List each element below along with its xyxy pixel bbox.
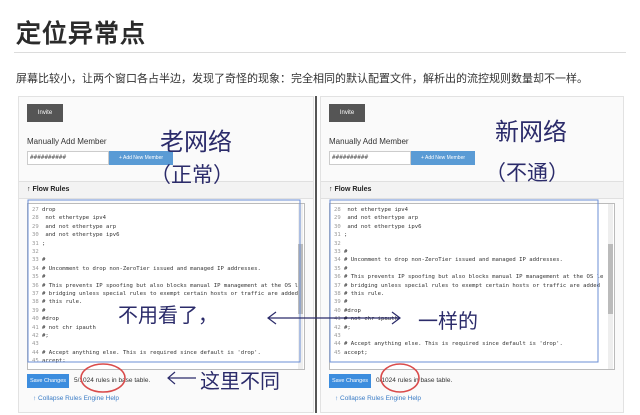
- right-code-highlight-box: [329, 199, 599, 363]
- note-identical: 一样的: [418, 309, 478, 333]
- note-new-network: 新网络: [495, 118, 567, 146]
- note-unreachable: （不通）: [485, 161, 569, 185]
- left-count-circle: [80, 363, 126, 393]
- note-old-network: 老网络: [160, 128, 232, 156]
- note-normal: （正常）: [150, 163, 234, 187]
- note-here-differs: 这里不同: [200, 369, 280, 393]
- note-dont-bother: 不用看了，: [118, 303, 218, 327]
- left-code-highlight-box: [27, 199, 301, 363]
- right-count-circle: [380, 363, 420, 393]
- handwritten-annotations: 老网络 （正常） 新网络 （不通） 不用看了， 一样的 这里不同: [27, 118, 599, 393]
